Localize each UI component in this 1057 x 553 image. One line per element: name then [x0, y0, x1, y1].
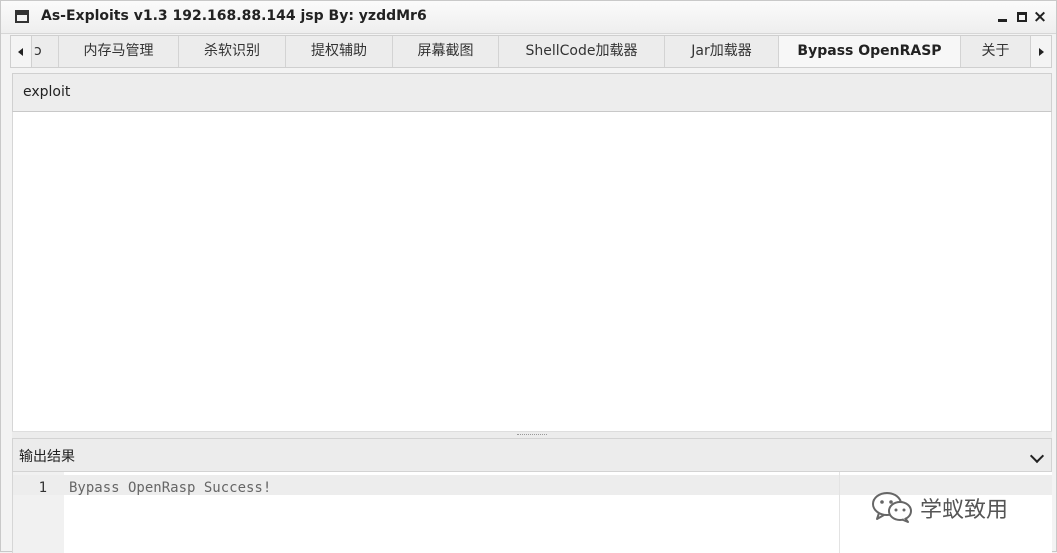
tab-screenshot[interactable]: 屏幕截图 [393, 36, 499, 67]
tab-scroll-right-icon[interactable] [1030, 36, 1051, 67]
chevron-down-icon[interactable] [1029, 448, 1045, 464]
exploit-content-area [12, 112, 1052, 431]
line-number: 1 [38, 480, 47, 496]
output-line-text: Bypass OpenRasp Success! [69, 480, 272, 496]
wechat-icon [872, 492, 912, 523]
splitter-grip-icon[interactable] [517, 434, 547, 435]
close-icon[interactable]: × [1032, 9, 1048, 26]
minimize-icon[interactable] [995, 9, 1011, 25]
tab-av-detect[interactable]: 杀软识别 [179, 36, 286, 67]
output-panel-title: 输出结果 [19, 449, 75, 465]
exploit-toolbar: exploit [12, 73, 1052, 112]
tab-scroll-left-icon[interactable] [11, 36, 32, 67]
tab-partial[interactable]: ɔ [32, 36, 59, 67]
tab-jar-loader[interactable]: Jar加载器 [665, 36, 779, 67]
tab-about[interactable]: 关于 [961, 36, 1031, 67]
tab-bypass-openrasp[interactable]: Bypass OpenRASP [779, 36, 961, 67]
output-panel-header[interactable]: 输出结果 [12, 438, 1052, 472]
print-margin [839, 472, 840, 553]
maximize-icon[interactable] [1014, 9, 1030, 25]
tab-memshell-manage[interactable]: 内存马管理 [59, 36, 179, 67]
window-title: As-Exploits v1.3 192.168.88.144 jsp By: … [41, 8, 427, 24]
panel-splitter[interactable] [12, 431, 1052, 438]
tab-privesc-assist[interactable]: 提权辅助 [286, 36, 393, 67]
app-window: As-Exploits v1.3 192.168.88.144 jsp By: … [0, 0, 1057, 553]
exploit-button[interactable]: exploit [23, 84, 70, 100]
tab-bar: ɔ 内存马管理 杀软识别 提权辅助 屏幕截图 ShellCode加载器 Jar加… [10, 35, 1052, 68]
tab-shellcode-loader[interactable]: ShellCode加载器 [499, 36, 665, 67]
window-icon [15, 10, 29, 23]
title-bar[interactable]: As-Exploits v1.3 192.168.88.144 jsp By: … [1, 1, 1056, 34]
watermark-text: 学蚁致用 [920, 498, 1009, 523]
